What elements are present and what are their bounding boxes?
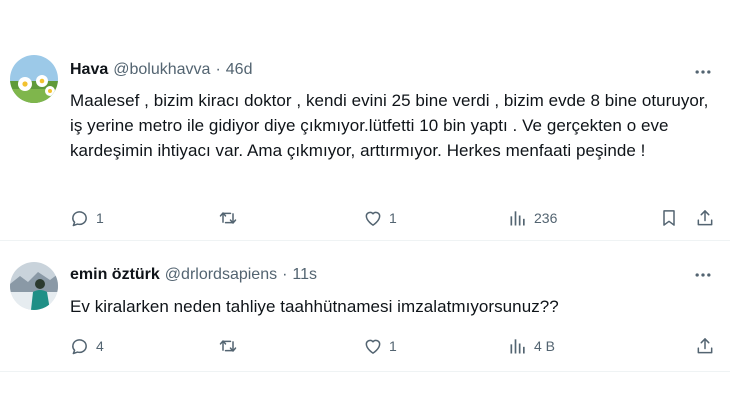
action-bar: 4 1 4 B (70, 333, 720, 359)
avatar[interactable] (10, 262, 58, 310)
reply-bubble-icon (70, 336, 90, 356)
like-button[interactable]: 1 (363, 205, 397, 231)
retweet-button[interactable] (218, 333, 244, 359)
share-button[interactable] (695, 333, 715, 359)
separator-dot: · (215, 61, 221, 78)
tweet-card[interactable]: Hava @bolukhavva · 46d Maalesef , bizim … (0, 40, 730, 241)
more-horizontal-icon[interactable] (692, 61, 714, 83)
share-upload-icon (695, 336, 715, 356)
tweet-header: Hava @bolukhavva · 46d (70, 59, 252, 81)
reply-count: 4 (96, 338, 104, 354)
heart-icon (363, 336, 383, 356)
like-count: 1 (389, 210, 397, 226)
user-handle[interactable]: @bolukhavva (113, 61, 210, 79)
reply-button[interactable]: 1 (70, 205, 104, 231)
view-count: 236 (534, 210, 558, 226)
share-upload-icon (695, 208, 715, 228)
avatar[interactable] (10, 55, 58, 103)
retweet-icon (218, 208, 238, 228)
bookmark-icon (659, 208, 679, 228)
display-name[interactable]: Hava (70, 61, 108, 79)
action-bar: 1 1 236 (70, 205, 720, 231)
reply-count: 1 (96, 210, 104, 226)
timestamp[interactable]: 11s (292, 266, 317, 284)
user-handle[interactable]: @drlordsapiens (165, 266, 277, 284)
views-button[interactable]: 4 B (508, 333, 555, 359)
retweet-button[interactable] (218, 205, 244, 231)
tweet-card[interactable]: emin öztürk @drlordsapiens · 11s Ev kira… (0, 241, 730, 372)
tweet-text: Ev kiralarken neden tahliye taahhütnames… (70, 297, 559, 316)
heart-icon (363, 208, 383, 228)
bookmark-button[interactable] (659, 205, 679, 231)
like-button[interactable]: 1 (363, 333, 397, 359)
view-count: 4 B (534, 338, 556, 354)
bar-chart-icon (508, 336, 528, 356)
more-horizontal-icon[interactable] (692, 264, 714, 286)
bar-chart-icon (508, 208, 528, 228)
share-button[interactable] (695, 205, 715, 231)
timestamp[interactable]: 46d (226, 61, 253, 79)
tweet-text: Maalesef , bizim kiracı doktor , kendi e… (70, 91, 709, 160)
like-count: 1 (389, 338, 397, 354)
reply-button[interactable]: 4 (70, 333, 104, 359)
separator-dot: · (282, 266, 288, 283)
views-button[interactable]: 236 (508, 205, 557, 231)
tweet-header: emin öztürk @drlordsapiens · 11s (70, 264, 317, 286)
retweet-icon (218, 336, 238, 356)
display-name[interactable]: emin öztürk (70, 266, 160, 284)
reply-bubble-icon (70, 208, 90, 228)
